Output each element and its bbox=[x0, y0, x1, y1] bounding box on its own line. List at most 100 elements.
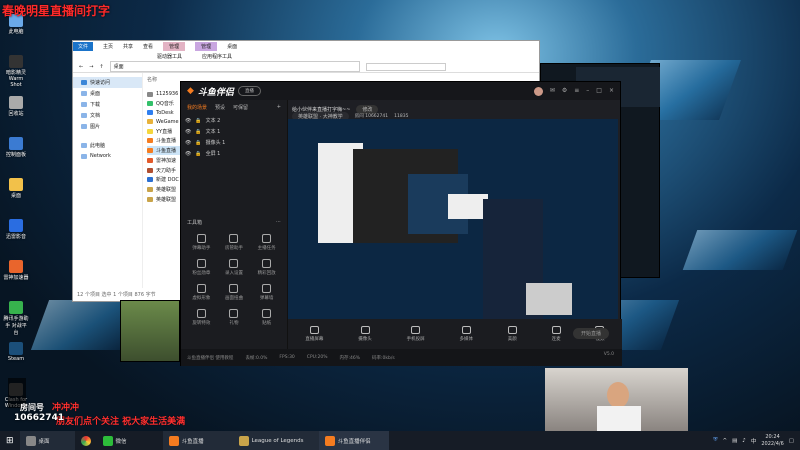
taskbar-desktop[interactable]: 桌面 bbox=[19, 431, 75, 450]
desktop-icon[interactable]: 迅雷影音 bbox=[3, 219, 29, 240]
source-item[interactable]: 👁 🔒 文本 2 bbox=[181, 115, 287, 126]
tool-item[interactable]: 贴纸 bbox=[250, 309, 283, 326]
desktop-icon[interactable]: 腾讯手游助手 对战平台 bbox=[3, 301, 29, 336]
tab-file[interactable]: 文件 bbox=[73, 42, 94, 51]
bottom-tool[interactable]: 连麦 bbox=[551, 326, 561, 342]
shield-icon[interactable]: ⛨ bbox=[713, 437, 717, 444]
network-icon[interactable]: ▤ bbox=[732, 438, 737, 444]
ime-icon[interactable]: 中 bbox=[751, 437, 757, 445]
eye-icon[interactable]: 👁 bbox=[185, 118, 191, 124]
maximize-icon[interactable]: □ bbox=[596, 87, 602, 96]
mail-icon[interactable]: ✉ bbox=[550, 87, 555, 96]
lock-icon[interactable]: 🔒 bbox=[195, 151, 201, 157]
notification-icon[interactable]: ▢ bbox=[789, 438, 794, 444]
back-icon[interactable]: ← bbox=[79, 64, 83, 70]
bottom-tool[interactable]: 美颜 bbox=[507, 326, 517, 342]
tab-preset[interactable]: 预设 bbox=[215, 104, 225, 111]
bottom-tool[interactable]: 摄像头 bbox=[358, 326, 372, 342]
tab-manage-drive[interactable]: 管理 bbox=[163, 42, 186, 51]
tab-my-scene[interactable]: 我的场景 bbox=[187, 104, 207, 111]
volume-icon[interactable]: ♪ bbox=[742, 438, 746, 444]
live-badge[interactable]: 直播 bbox=[237, 86, 261, 96]
taskbar-douyu[interactable]: 斗鱼直播 bbox=[162, 431, 233, 450]
desktop-icon[interactable]: 回收站 bbox=[3, 96, 29, 117]
status-item: 码率:0kb/s bbox=[372, 355, 395, 361]
nav-item[interactable]: 桌面 bbox=[73, 88, 142, 99]
bottom-tool[interactable]: 多媒体 bbox=[459, 326, 473, 342]
add-icon[interactable]: + bbox=[277, 104, 281, 111]
nav-item[interactable]: Network bbox=[73, 151, 142, 161]
tool-item[interactable]: 房管助手 bbox=[218, 234, 251, 251]
file-icon bbox=[147, 157, 153, 163]
tab-view[interactable]: 查看 bbox=[143, 43, 153, 50]
minimize-icon[interactable]: – bbox=[586, 87, 589, 96]
tool-item[interactable]: 画面扭曲 bbox=[218, 284, 251, 301]
more-icon[interactable]: ⋯ bbox=[276, 219, 281, 226]
nav-item[interactable]: 快速访问 bbox=[73, 77, 142, 88]
source-item[interactable]: 👁 🔒 全屏 1 bbox=[181, 148, 287, 159]
nav-item[interactable]: 下载 bbox=[73, 99, 142, 110]
lock-icon[interactable]: 🔒 bbox=[195, 140, 201, 146]
menu-icon[interactable]: ≡ bbox=[574, 87, 579, 96]
app-tools-label[interactable]: 应用程序工具 bbox=[202, 53, 232, 60]
forward-icon[interactable]: → bbox=[89, 64, 93, 70]
taskbar-chrome[interactable] bbox=[75, 431, 97, 450]
desktop-icon[interactable]: Steam bbox=[3, 342, 29, 362]
desktop-icon[interactable]: 控制面板 bbox=[3, 137, 29, 158]
avatar[interactable] bbox=[533, 86, 543, 96]
bottom-tool-icon bbox=[507, 326, 517, 334]
tool-item[interactable]: 礼物 bbox=[218, 309, 251, 326]
bottom-tool[interactable]: 手机投屏 bbox=[407, 326, 425, 342]
tab-share[interactable]: 共享 bbox=[123, 43, 133, 50]
path-field[interactable]: 桌面 bbox=[109, 61, 360, 72]
bottom-tool[interactable]: 直播屏幕 bbox=[305, 326, 323, 342]
file-name: ToDesk bbox=[156, 109, 174, 116]
eye-icon[interactable]: 👁 bbox=[185, 151, 191, 157]
start-live-button[interactable]: 开始直播 bbox=[573, 328, 610, 339]
tool-icon bbox=[262, 234, 272, 243]
bottom-tool-label: 直播屏幕 bbox=[305, 337, 324, 342]
nav-item[interactable]: 图片 bbox=[73, 121, 142, 132]
tool-item[interactable]: 精彩回放 bbox=[250, 259, 283, 276]
status-item: 内存:46% bbox=[339, 355, 360, 361]
settings-icon[interactable]: ⚙ bbox=[562, 87, 567, 96]
status-item[interactable]: 斗鱼直播伴侣 使用教程 bbox=[187, 355, 233, 361]
close-icon[interactable]: × bbox=[609, 87, 614, 96]
drive-tools-label[interactable]: 驱动器工具 bbox=[157, 53, 182, 60]
tool-item[interactable]: 虚拟形象 bbox=[185, 284, 218, 301]
chevron-up-icon[interactable]: ^ bbox=[722, 438, 727, 444]
desktop-icon-label: 桌面 bbox=[10, 193, 21, 199]
eye-icon[interactable]: 👁 bbox=[185, 129, 191, 135]
tool-item[interactable]: 旋转特效 bbox=[185, 309, 218, 326]
lock-icon[interactable]: 🔒 bbox=[195, 129, 201, 135]
lock-icon[interactable]: 🔒 bbox=[195, 118, 201, 124]
taskbar-douyu-companion[interactable]: 斗鱼直播伴侣 bbox=[318, 431, 389, 450]
file-name: 雷神加速 bbox=[156, 157, 177, 164]
desktop-icon[interactable]: 暗影精灵 Warm Shot bbox=[3, 55, 29, 88]
tab-keep[interactable]: 可保留 bbox=[233, 104, 248, 111]
address-bar[interactable]: ← → ↑ 桌面 bbox=[73, 61, 539, 73]
search-input[interactable] bbox=[365, 62, 446, 71]
tool-item[interactable]: 弹幕助手 bbox=[185, 234, 218, 251]
tab-home[interactable]: 主页 bbox=[103, 43, 113, 50]
up-icon[interactable]: ↑ bbox=[99, 64, 103, 70]
bottom-tool-label: 手机投屏 bbox=[406, 337, 425, 342]
source-item[interactable]: 👁 🔒 文本 1 bbox=[181, 126, 287, 137]
tab-manage-app[interactable]: 管理 bbox=[195, 42, 218, 51]
tool-item[interactable]: 弹幕墙 bbox=[250, 284, 283, 301]
desktop-icon[interactable]: 雷神加速器 bbox=[3, 260, 29, 281]
taskbar-wechat[interactable]: 微信 bbox=[97, 431, 133, 450]
nav-item[interactable]: 此电脑 bbox=[73, 140, 142, 151]
desktop-icon[interactable]: 桌面 bbox=[3, 178, 29, 199]
nav-item[interactable]: 文档 bbox=[73, 110, 142, 121]
source-item[interactable]: 👁 🔒 摄像头 1 bbox=[181, 137, 287, 148]
douyu-companion-window[interactable]: ◆ 斗鱼伴侣 直播 ✉ ⚙ ≡ – □ × 我的场景 预设 可保留 + 👁 🔒 文本… bbox=[180, 81, 622, 366]
taskbar-lol[interactable]: League of Legends bbox=[232, 431, 319, 450]
start-button[interactable]: ⊞ bbox=[0, 431, 20, 450]
tool-item[interactable]: 主播任务 bbox=[250, 234, 283, 251]
eye-icon[interactable]: 👁 bbox=[185, 140, 191, 146]
desktop-icon-label: Steam bbox=[7, 356, 25, 362]
tool-item[interactable]: 粉丝勋章 bbox=[185, 259, 218, 276]
chat-line-1: 冲冲冲 bbox=[52, 403, 80, 413]
tool-item[interactable]: 录入设置 bbox=[218, 259, 251, 276]
